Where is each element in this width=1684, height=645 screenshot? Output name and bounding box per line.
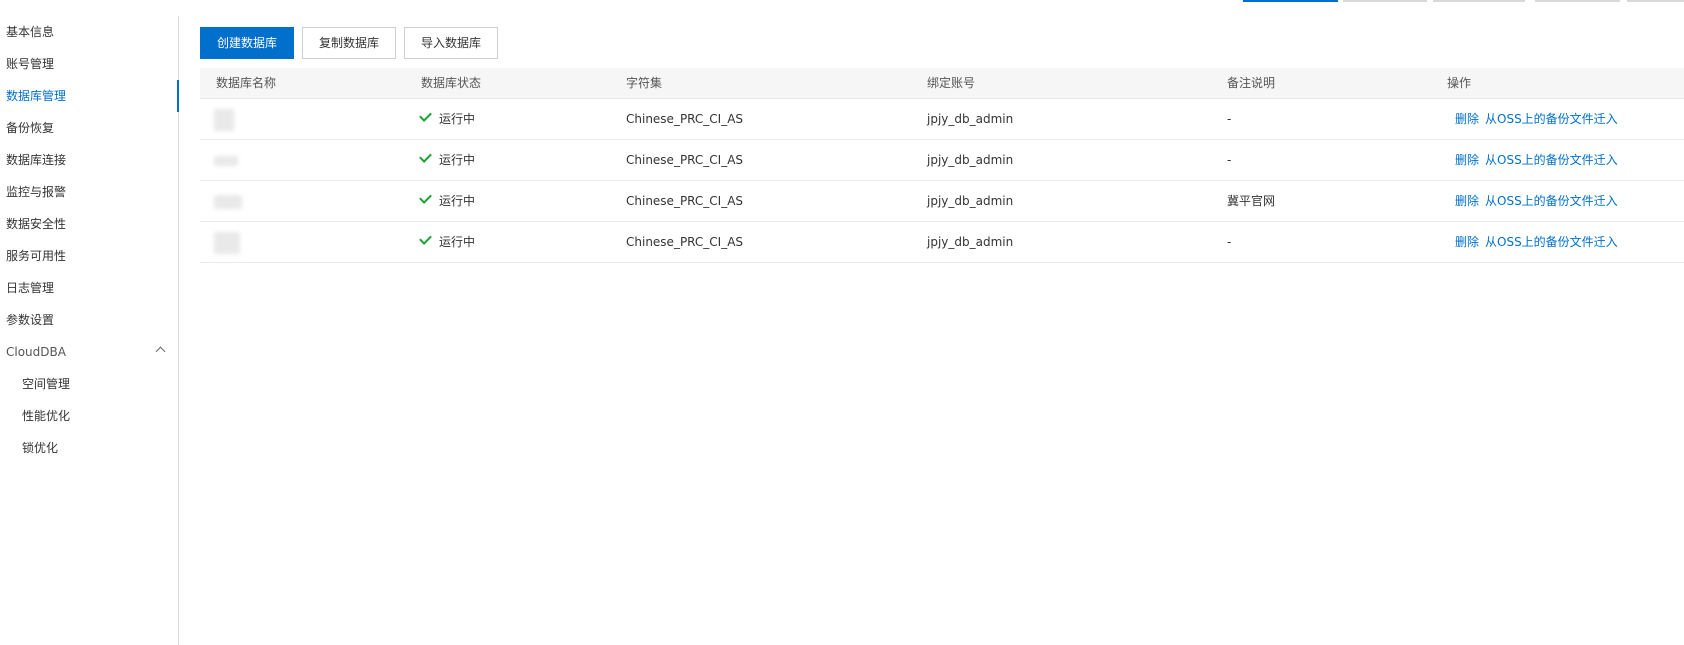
col-name: 数据库名称 (216, 76, 277, 90)
table-row: 运行中 Chinese_PRC_CI_AS jpjy_db_admin - 删除… (200, 99, 1684, 140)
table-header: 数据库名称 数据库状态 字符集 绑定账号 备注说明 操作 (200, 68, 1684, 99)
col-remark: 备注说明 (1227, 76, 1276, 90)
delete-link[interactable]: 删除 (1455, 222, 1479, 262)
db-remark: - (1227, 153, 1232, 167)
check-icon (419, 150, 432, 163)
sidebar-item-performance[interactable]: 性能优化 (0, 400, 178, 432)
db-charset: Chinese_PRC_CI_AS (626, 153, 744, 167)
delete-link[interactable]: 删除 (1455, 140, 1479, 180)
redacted-name (214, 156, 238, 166)
copy-database-button[interactable]: 复制数据库 (302, 27, 396, 59)
migrate-from-oss-link[interactable]: 从OSS上的备份文件迁入 (1485, 140, 1618, 180)
sidebar-item-connection[interactable]: 数据库连接 (0, 144, 178, 176)
db-account: jpjy_db_admin (927, 235, 1014, 249)
table-row: 运行中 Chinese_PRC_CI_AS jpjy_db_admin - 删除… (200, 222, 1684, 263)
sidebar-item-basic-info[interactable]: 基本信息 (0, 16, 178, 48)
db-account: jpjy_db_admin (927, 153, 1014, 167)
sidebar-item-monitoring[interactable]: 监控与报警 (0, 176, 178, 208)
db-status: 运行中 (419, 222, 475, 262)
redacted-name (214, 195, 242, 209)
sidebar-item-security[interactable]: 数据安全性 (0, 208, 178, 240)
col-account: 绑定账号 (927, 76, 976, 90)
delete-link[interactable]: 删除 (1455, 99, 1479, 139)
table-row: 运行中 Chinese_PRC_CI_AS jpjy_db_admin - 删除… (200, 140, 1684, 181)
sidebar-item-logs[interactable]: 日志管理 (0, 272, 178, 304)
db-charset: Chinese_PRC_CI_AS (626, 194, 744, 208)
sidebar-group-clouddba[interactable]: CloudDBA (0, 336, 178, 368)
db-status: 运行中 (419, 140, 475, 180)
migrate-from-oss-link[interactable]: 从OSS上的备份文件迁入 (1485, 222, 1618, 262)
col-status: 数据库状态 (421, 76, 482, 90)
main-content: 创建数据库 复制数据库 导入数据库 数据库名称 数据库状态 字符集 绑定账号 备… (200, 0, 1684, 645)
db-account: jpjy_db_admin (927, 112, 1014, 126)
sidebar-group-label: CloudDBA (6, 345, 66, 359)
chevron-up-icon[interactable] (155, 346, 166, 357)
db-remark: 冀平官网 (1227, 194, 1276, 208)
sidebar-item-availability[interactable]: 服务可用性 (0, 240, 178, 272)
check-icon (419, 191, 432, 204)
db-status: 运行中 (419, 99, 475, 139)
col-charset: 字符集 (626, 76, 663, 90)
database-table: 数据库名称 数据库状态 字符集 绑定账号 备注说明 操作 运行中 Chinese… (200, 68, 1684, 263)
check-icon (419, 109, 432, 122)
db-remark: - (1227, 235, 1232, 249)
sidebar-item-locks[interactable]: 锁优化 (0, 432, 178, 464)
delete-link[interactable]: 删除 (1455, 181, 1479, 221)
sidebar-item-backup[interactable]: 备份恢复 (0, 112, 178, 144)
sidebar-item-accounts[interactable]: 账号管理 (0, 48, 178, 80)
sidebar-item-space[interactable]: 空间管理 (0, 368, 178, 400)
db-charset: Chinese_PRC_CI_AS (626, 235, 744, 249)
import-database-button[interactable]: 导入数据库 (404, 27, 498, 59)
migrate-from-oss-link[interactable]: 从OSS上的备份文件迁入 (1485, 181, 1618, 221)
db-status: 运行中 (419, 181, 475, 221)
create-database-button[interactable]: 创建数据库 (200, 27, 294, 59)
migrate-from-oss-link[interactable]: 从OSS上的备份文件迁入 (1485, 99, 1618, 139)
db-remark: - (1227, 112, 1232, 126)
sidebar-item-parameters[interactable]: 参数设置 (0, 304, 178, 336)
check-icon (419, 232, 432, 245)
sidebar-item-databases[interactable]: 数据库管理 (0, 80, 179, 112)
redacted-name (214, 109, 234, 131)
sidebar: 基本信息 账号管理 数据库管理 备份恢复 数据库连接 监控与报警 数据安全性 服… (0, 16, 179, 645)
db-charset: Chinese_PRC_CI_AS (626, 112, 744, 126)
table-row: 运行中 Chinese_PRC_CI_AS jpjy_db_admin 冀平官网… (200, 181, 1684, 222)
col-actions: 操作 (1447, 76, 1472, 90)
db-account: jpjy_db_admin (927, 194, 1014, 208)
redacted-name (214, 232, 240, 254)
